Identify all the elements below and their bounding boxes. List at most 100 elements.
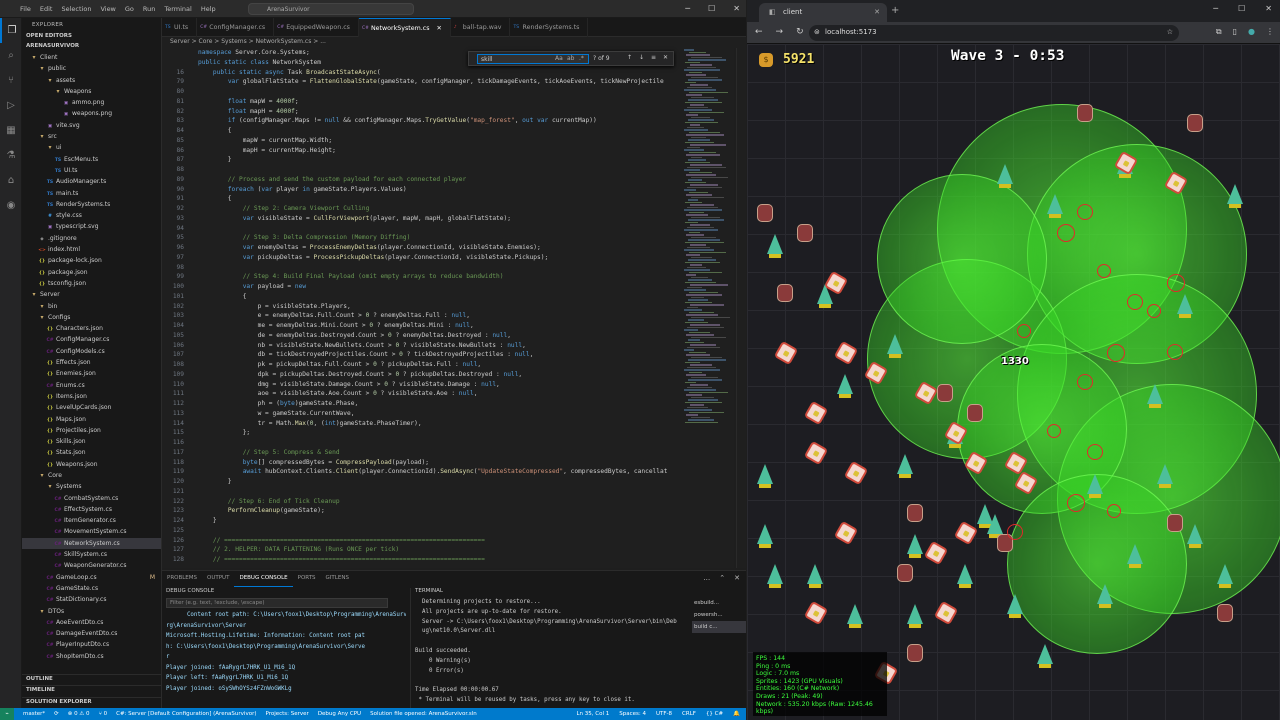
- tab-ui-ts[interactable]: TS UI.ts: [162, 18, 198, 37]
- menu-item-terminal[interactable]: Terminal: [164, 5, 191, 13]
- testing-icon[interactable]: ⚗: [0, 143, 22, 168]
- tree-item[interactable]: C# EffectSystem.cs: [22, 504, 161, 515]
- menu-icon[interactable]: ⋮: [1266, 27, 1274, 37]
- tree-item[interactable]: {} Effects.json: [22, 357, 161, 368]
- more-icon[interactable]: …: [703, 574, 710, 582]
- tree-item[interactable]: TS main.ts: [22, 188, 161, 199]
- debug-filter-input[interactable]: Filter (e.g. text, !exclude, \escape): [166, 598, 388, 608]
- sidebar-section-outline[interactable]: OUTLINE: [22, 674, 162, 685]
- menu-item-file[interactable]: File: [20, 5, 31, 13]
- chevron-up-icon[interactable]: ⌃: [719, 574, 725, 582]
- extensions-icon[interactable]: ▦: [0, 118, 22, 143]
- tree-item[interactable]: ▾ bin: [22, 301, 161, 312]
- back-icon[interactable]: ←: [755, 27, 763, 37]
- minimize-icon[interactable]: ─: [685, 4, 690, 13]
- branch-status[interactable]: master*: [23, 711, 45, 717]
- tree-item[interactable]: {} Skills.json: [22, 436, 161, 447]
- sync-icon[interactable]: ⟳: [54, 711, 59, 717]
- tab-ball-tap-wav[interactable]: ♪ ball-tap.wav: [451, 18, 511, 37]
- tree-item[interactable]: C# ConfigManager.cs: [22, 334, 161, 345]
- close-icon[interactable]: ✕: [733, 4, 740, 13]
- encoding-status[interactable]: UTF-8: [656, 711, 672, 717]
- panel-tab-problems[interactable]: PROBLEMS: [162, 571, 202, 587]
- source-control-icon[interactable]: ⑂: [0, 68, 22, 93]
- tree-item[interactable]: ▣ weapons.png: [22, 108, 161, 119]
- browser-tab[interactable]: ◧ client ✕: [759, 3, 887, 22]
- open-editors-section[interactable]: OPEN EDITORS: [22, 32, 161, 42]
- reload-icon[interactable]: ↻: [796, 27, 804, 37]
- tree-item[interactable]: ◆ .gitignore: [22, 233, 161, 244]
- tab-close-icon[interactable]: ✕: [435, 25, 442, 32]
- projects-status[interactable]: Projects: Server: [265, 711, 308, 717]
- tree-item[interactable]: C# AoeEventDto.cs: [22, 617, 161, 628]
- language-status[interactable]: {} C#: [706, 711, 723, 717]
- explorer-icon[interactable]: ❐: [0, 18, 22, 43]
- tree-item[interactable]: <> index.html: [22, 244, 161, 255]
- sidebar-icon[interactable]: ▯: [1233, 27, 1237, 37]
- minimap[interactable]: [684, 48, 734, 568]
- tree-item[interactable]: C# CombatSystem.cs: [22, 493, 161, 504]
- minimize-icon[interactable]: ─: [1213, 4, 1218, 13]
- tree-item[interactable]: ▾ Server: [22, 289, 161, 300]
- debug-config-status[interactable]: Debug Any CPU: [318, 711, 361, 717]
- panel-tab-ports[interactable]: PORTS: [293, 571, 321, 587]
- ports-status[interactable]: ⑂ 0: [99, 711, 108, 717]
- tab-rendersystems-ts[interactable]: TS RenderSystems.ts: [510, 18, 589, 37]
- tree-item[interactable]: C# ConfigModels.cs: [22, 346, 161, 357]
- tree-item[interactable]: {} Items.json: [22, 391, 161, 402]
- tree-item[interactable]: C# WeaponGenerator.cs: [22, 560, 161, 571]
- tree-item[interactable]: ▣ ammo.png: [22, 97, 161, 108]
- panel-tab-output[interactable]: OUTPUT: [202, 571, 234, 587]
- tree-item[interactable]: ▾ ui: [22, 142, 161, 153]
- csharp-project-status[interactable]: C#: Server [Default Configuration] (Aren…: [116, 711, 256, 717]
- cursor-position[interactable]: Ln 35, Col 1: [576, 711, 609, 717]
- breadcrumb[interactable]: Server > Core > Systems > NetworkSystem.…: [162, 37, 746, 48]
- tree-item[interactable]: C# ShopItemDto.cs: [22, 651, 161, 662]
- tree-item[interactable]: {} tsconfig.json: [22, 278, 161, 289]
- terminal[interactable]: TERMINAL Determining projects to restore…: [410, 588, 690, 708]
- menu-item-edit[interactable]: Edit: [40, 5, 53, 13]
- profile-icon[interactable]: ●: [1248, 27, 1255, 37]
- tree-item[interactable]: {} Characters.json: [22, 323, 161, 334]
- tree-item[interactable]: C# MovementSystem.cs: [22, 526, 161, 537]
- run-debug-icon[interactable]: ▷: [0, 93, 22, 118]
- bookmark-star-icon[interactable]: ☆: [1167, 28, 1173, 36]
- find-in-selection-icon[interactable]: ≡: [651, 54, 656, 61]
- gitlens-icon[interactable]: ◉: [0, 193, 22, 218]
- problems-status[interactable]: ⊗ 0 ⚠ 0: [68, 711, 90, 717]
- tree-item[interactable]: {} package-lock.json: [22, 255, 161, 266]
- close-find-icon[interactable]: ✕: [663, 54, 668, 61]
- notifications-icon[interactable]: 🔔: [733, 711, 740, 717]
- new-tab-icon[interactable]: +: [891, 5, 899, 16]
- vertical-scrollbar[interactable]: [736, 48, 746, 568]
- maximize-icon[interactable]: ☐: [708, 4, 715, 13]
- tree-item[interactable]: C# ItemGenerator.cs: [22, 515, 161, 526]
- tree-item[interactable]: C# Enums.cs: [22, 380, 161, 391]
- menu-item-run[interactable]: Run: [143, 5, 155, 13]
- whole-word-icon[interactable]: ab: [567, 55, 575, 62]
- tree-item[interactable]: TS AudioManager.ts: [22, 176, 161, 187]
- remote-indicator-icon[interactable]: ⌁: [0, 708, 14, 720]
- tree-item[interactable]: C# GameLoop.cs M: [22, 572, 161, 583]
- tree-item[interactable]: ▾ Weapons: [22, 86, 161, 97]
- tab-close-icon[interactable]: ✕: [874, 8, 880, 16]
- tree-item[interactable]: {} LevelUpCards.json: [22, 402, 161, 413]
- tab-configmanager-cs[interactable]: C# ConfigManager.cs: [197, 18, 275, 37]
- tree-item[interactable]: ▾ DTOs: [22, 606, 161, 617]
- tree-item[interactable]: {} package.json: [22, 267, 161, 278]
- tree-item[interactable]: C# PlayerInputDto.cs: [22, 639, 161, 650]
- tree-item[interactable]: ▣ typescript.svg: [22, 221, 161, 232]
- tree-item[interactable]: TS RenderSystems.ts: [22, 199, 161, 210]
- tab-networksystem-cs[interactable]: C# NetworkSystem.cs ✕: [358, 18, 451, 37]
- indentation-status[interactable]: Spaces: 4: [619, 711, 646, 717]
- tree-item[interactable]: {} Enemies.json: [22, 368, 161, 379]
- terminal-instance[interactable]: build c...: [692, 621, 746, 633]
- next-match-icon[interactable]: ↓: [639, 54, 644, 61]
- tree-item[interactable]: ▣ vite.svg: [22, 120, 161, 131]
- close-panel-icon[interactable]: ✕: [734, 574, 740, 582]
- tree-item[interactable]: ▾ Client: [22, 52, 161, 63]
- tree-item[interactable]: {} Maps.json: [22, 414, 161, 425]
- regex-icon[interactable]: .*: [579, 55, 584, 62]
- maximize-icon[interactable]: ☐: [1238, 4, 1245, 13]
- panel-tab-debug-console[interactable]: DEBUG CONSOLE: [234, 571, 293, 587]
